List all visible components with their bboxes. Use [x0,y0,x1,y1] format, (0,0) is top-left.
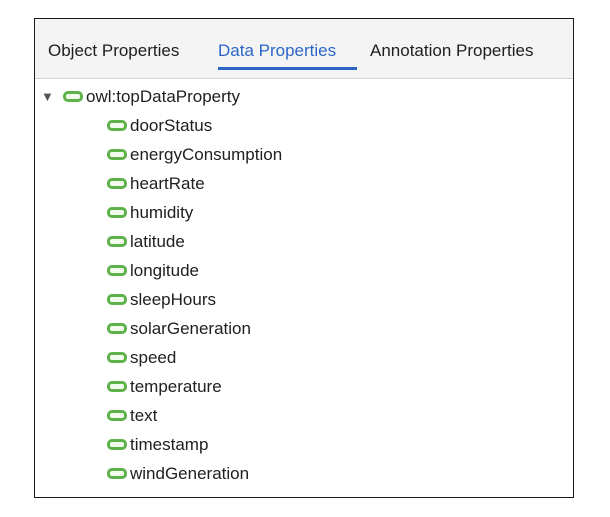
tree-node[interactable]: longitude [107,256,199,285]
tree-node-root[interactable]: ▼ owl:topDataProperty [41,82,240,111]
tree-node[interactable]: solarGeneration [107,314,251,343]
tree-node[interactable]: latitude [107,227,185,256]
tree-node[interactable]: text [107,401,157,430]
data-properties-panel: Object Properties Data Properties Annota… [34,18,574,498]
data-property-icon [63,91,83,102]
data-property-icon [107,381,127,392]
tree-node[interactable]: heartRate [107,169,205,198]
tab-annotation-properties[interactable]: Annotation Properties [370,41,534,61]
tree-node-label: speed [130,348,177,367]
tree-node-label: text [130,406,158,425]
expand-triangle-icon[interactable]: ▼ [41,82,55,111]
data-property-icon [107,265,127,276]
tree-node-label: solarGeneration [130,319,251,338]
tree-node-label: doorStatus [130,116,213,135]
data-property-icon [107,352,127,363]
tree-node[interactable]: windGeneration [107,459,249,488]
tree-node[interactable]: doorStatus [107,111,212,140]
data-property-icon [107,207,127,218]
tab-object-properties[interactable]: Object Properties [48,41,179,61]
tree-node-label: owl:topDataProperty [86,87,241,106]
tab-bar: Object Properties Data Properties Annota… [35,19,573,79]
data-property-icon [107,410,127,421]
tree-node[interactable]: sleepHours [107,285,216,314]
data-property-icon [107,236,127,247]
data-property-icon [107,149,127,160]
tree-node-label: temperature [130,377,222,396]
tree-node[interactable]: energyConsumption [107,140,282,169]
tree-node[interactable]: speed [107,343,176,372]
data-property-icon [107,294,127,305]
active-tab-indicator [218,67,357,70]
tree-node[interactable]: temperature [107,372,222,401]
data-property-icon [107,323,127,334]
tree-node-label: sleepHours [130,290,216,309]
data-property-icon [107,120,127,131]
tree-node-label: energyConsumption [130,145,283,164]
tab-data-properties[interactable]: Data Properties [218,41,336,61]
tree-node-label: timestamp [130,435,209,454]
data-property-icon [107,468,127,479]
tree-node-label: longitude [130,261,200,280]
tree-node-label: humidity [130,203,194,222]
data-property-icon [107,439,127,450]
tree-node-label: windGeneration [130,464,250,483]
tree-node[interactable]: humidity [107,198,193,227]
tree-node-label: latitude [130,232,185,251]
tree-node[interactable]: timestamp [107,430,208,459]
data-property-icon [107,178,127,189]
tree-node-label: heartRate [130,174,205,193]
